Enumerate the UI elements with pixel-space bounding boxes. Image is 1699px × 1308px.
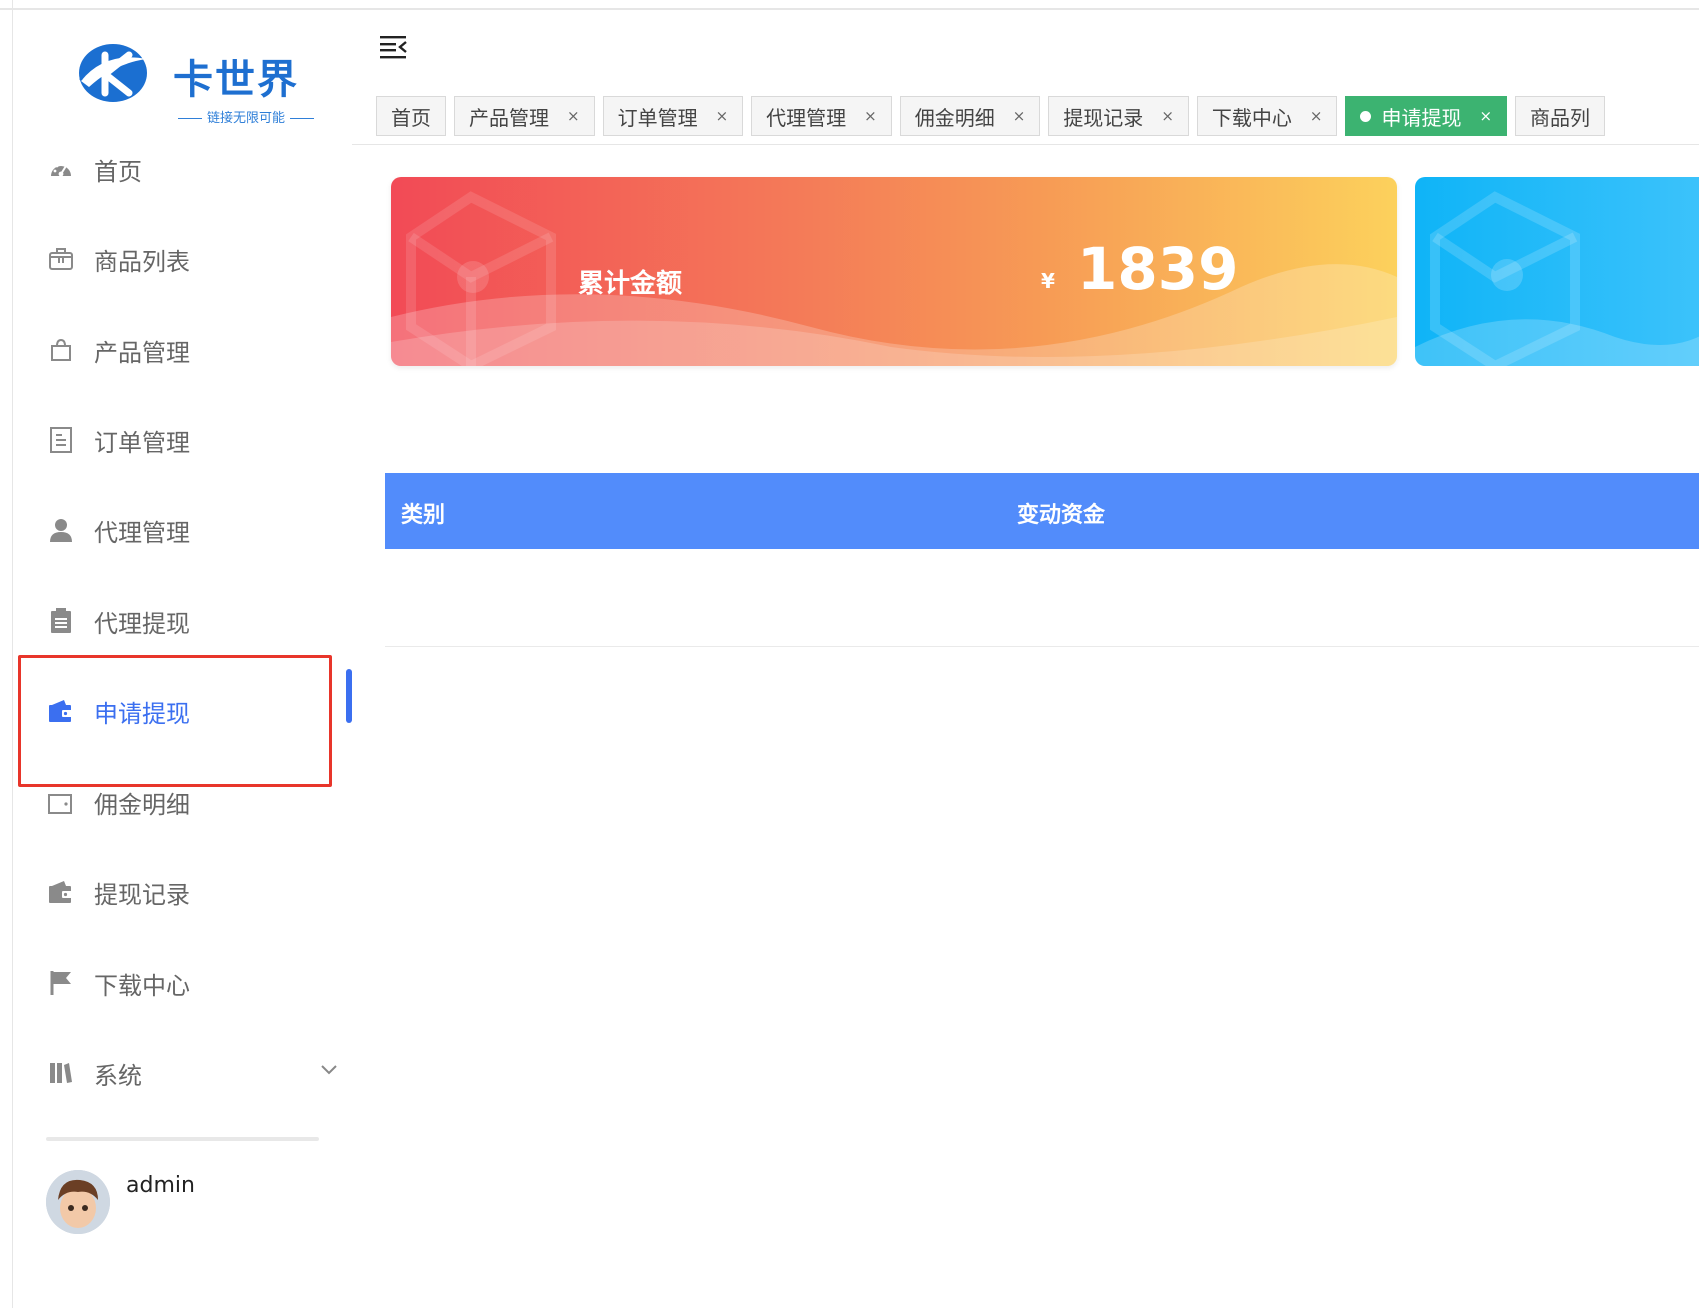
sidebar: 卡世界 链接无限可能 首页 商品列表 产品管理 订单管理 代理管理 代理提现 申请提现 佣金明…	[13, 10, 353, 1308]
user-profile[interactable]: admin	[46, 1170, 195, 1234]
chevron-down-icon[interactable]	[320, 1061, 338, 1080]
active-indicator	[346, 669, 352, 723]
sidebar-item[interactable]: 订单管理	[48, 410, 348, 470]
avatar-image	[46, 1170, 110, 1234]
active-dot-icon	[1360, 110, 1372, 122]
close-icon[interactable]: ×	[716, 107, 729, 125]
close-icon[interactable]: ×	[1013, 107, 1026, 125]
tab-label: 代理管理	[766, 105, 847, 130]
sidebar-item-label: 商品列表	[94, 247, 190, 276]
bag-icon	[48, 337, 74, 363]
tab-label: 订单管理	[617, 105, 698, 130]
user-icon	[48, 517, 74, 543]
tab[interactable]: 下载中心 ×	[1196, 96, 1338, 136]
tab-label: 申请提现	[1381, 105, 1462, 130]
close-icon[interactable]: ×	[864, 107, 877, 125]
sidebar-item[interactable]: 商品列表	[48, 229, 348, 289]
highlight-box	[18, 655, 332, 787]
tab-label: 商品列	[1530, 105, 1591, 130]
sidebar-item-label: 订单管理	[94, 428, 190, 457]
tab-label: 佣金明细	[914, 105, 995, 130]
library-icon	[48, 1060, 74, 1086]
sidebar-item[interactable]: 产品管理	[48, 320, 348, 380]
wallet-outline-icon	[48, 789, 74, 815]
close-icon[interactable]: ×	[1479, 107, 1492, 125]
tab-label: 下载中心	[1211, 105, 1292, 130]
total-amount-value: 1839	[1077, 235, 1239, 303]
total-amount-card: 累计金额 ¥ 1839	[391, 177, 1397, 366]
sidebar-item-label: 提现记录	[94, 880, 190, 909]
sidebar-item-label: 产品管理	[94, 338, 190, 367]
column-header-category[interactable]: 类别	[401, 497, 445, 529]
avatar[interactable]	[46, 1170, 110, 1234]
sidebar-item[interactable]: 下载中心	[48, 953, 348, 1013]
sidebar-item[interactable]: 首页	[48, 139, 348, 199]
brand-logo[interactable]: 卡世界 链接无限可能	[79, 44, 343, 126]
close-icon[interactable]: ×	[567, 107, 580, 125]
sidebar-item-label: 下载中心	[94, 971, 190, 1000]
dashboard-icon	[48, 156, 74, 182]
tab[interactable]: 首页	[376, 96, 446, 136]
tab-label: 首页	[391, 105, 431, 130]
tab-bar: 首页 产品管理 × 订单管理 × 代理管理 × 佣金明细 × 提现记录 × 下载中心 × 申请提现 × 商品列	[376, 96, 1606, 136]
card-label: 累计金额	[578, 269, 683, 299]
sidebar-item-label: 佣金明细	[94, 790, 190, 819]
tab[interactable]: 商品列	[1515, 96, 1606, 136]
tab[interactable]: 申请提现 ×	[1345, 96, 1508, 136]
logo-globe-icon	[79, 44, 147, 102]
card-background-decoration	[391, 191, 1397, 366]
currency-symbol: ¥	[1041, 269, 1055, 293]
brand-name: 卡世界	[173, 57, 299, 103]
sidebar-item-label: 代理管理	[94, 518, 190, 547]
username: admin	[126, 1173, 195, 1198]
sidebar-item-label: 代理提现	[94, 609, 190, 638]
document-icon	[48, 427, 74, 453]
table-body-divider	[385, 646, 1699, 647]
tab-label: 产品管理	[469, 105, 549, 130]
sidebar-item-label: 首页	[94, 157, 142, 186]
tab[interactable]: 代理管理 ×	[751, 96, 892, 136]
sidebar-item[interactable]: 代理提现	[48, 591, 348, 651]
close-icon[interactable]: ×	[1161, 107, 1174, 125]
flag-icon	[48, 970, 74, 996]
menu-toggle-icon[interactable]	[380, 34, 408, 60]
column-header-amount-change[interactable]: 变动资金	[1017, 497, 1105, 529]
tab-label: 提现记录	[1063, 105, 1144, 130]
wallet-icon	[48, 879, 74, 905]
card-background-decoration	[1415, 191, 1699, 366]
tab[interactable]: 佣金明细 ×	[899, 96, 1041, 136]
brand-tagline: 链接无限可能	[173, 107, 319, 126]
sidebar-item-label: 系统	[94, 1061, 142, 1090]
tab[interactable]: 订单管理 ×	[602, 96, 744, 136]
table-header: 类别 变动资金	[385, 473, 1699, 549]
tab[interactable]: 产品管理 ×	[454, 96, 595, 136]
shop-icon	[48, 246, 74, 272]
secondary-card	[1415, 177, 1699, 366]
sidebar-item[interactable]: 系统	[48, 1043, 348, 1103]
tab-bar-divider	[352, 144, 1699, 145]
sidebar-item[interactable]: 提现记录	[48, 862, 348, 922]
tab[interactable]: 提现记录 ×	[1048, 96, 1189, 136]
close-icon[interactable]: ×	[1310, 107, 1323, 125]
sidebar-item[interactable]: 代理管理	[48, 500, 348, 560]
clipboard-icon	[48, 608, 74, 634]
sidebar-divider	[46, 1137, 319, 1141]
